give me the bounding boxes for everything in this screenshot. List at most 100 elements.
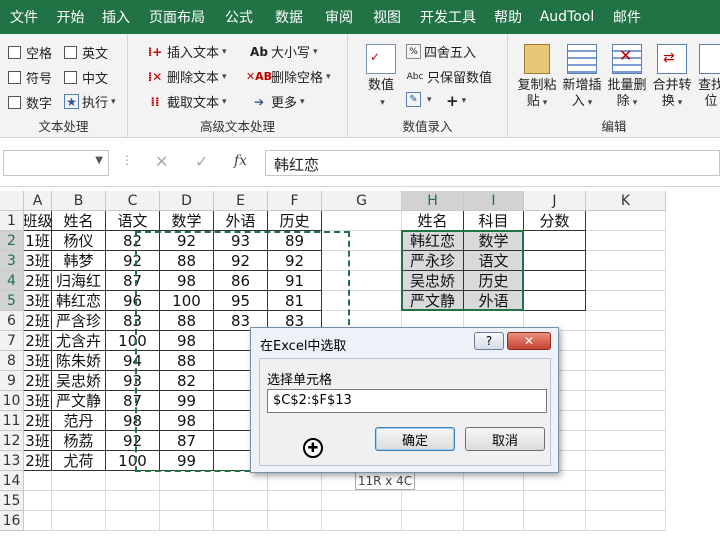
table-cell[interactable]: 100 — [106, 451, 160, 471]
more-options-icon[interactable]: ⋮ — [121, 153, 133, 167]
table-cell[interactable]: 99 — [160, 451, 214, 471]
cell[interactable] — [106, 511, 160, 531]
cell[interactable] — [24, 471, 52, 491]
table-cell[interactable]: 100 — [160, 291, 214, 311]
cell[interactable] — [268, 491, 322, 511]
menu-9[interactable]: 帮助 — [485, 0, 531, 34]
column-header-c[interactable]: C — [106, 191, 160, 211]
row-header-16[interactable]: 16 — [0, 511, 24, 531]
row-header-10[interactable]: 10 — [0, 391, 24, 411]
table-cell[interactable]: 3班 — [24, 251, 52, 271]
row-header-14[interactable]: 14 — [0, 471, 24, 491]
execute-button[interactable]: ★ 执行 ▾ — [64, 92, 116, 111]
cell[interactable] — [586, 371, 666, 391]
checkbox-box[interactable] — [64, 46, 77, 59]
column-header-i[interactable]: I — [464, 191, 524, 211]
cell[interactable] — [160, 511, 214, 531]
cell[interactable] — [524, 511, 586, 531]
table-cell[interactable]: 归海红 — [52, 271, 106, 291]
table-cell[interactable]: 3班 — [24, 431, 52, 451]
table-cell[interactable]: 历史 — [268, 211, 322, 231]
table-cell[interactable]: 87 — [160, 431, 214, 451]
remove-spaces-button[interactable]: ✕AB 删除空格 ▾ — [246, 67, 331, 86]
select-all-corner[interactable] — [0, 191, 24, 211]
cell[interactable] — [160, 491, 214, 511]
table-cell[interactable]: 严含珍 — [52, 311, 106, 331]
table-cell[interactable]: 88 — [160, 251, 214, 271]
cell[interactable] — [524, 491, 586, 511]
row-header-4[interactable]: 4 — [0, 271, 24, 291]
lookup-cell[interactable]: 韩红恋 — [402, 231, 464, 251]
find-button[interactable]: 查找位 — [696, 44, 720, 110]
lookup-cell[interactable]: 语文 — [464, 251, 524, 271]
lookup-cell[interactable]: 严永珍 — [402, 251, 464, 271]
row-header-5[interactable]: 5 — [0, 291, 24, 311]
table-cell[interactable]: 3班 — [24, 351, 52, 371]
column-header-d[interactable]: D — [160, 191, 214, 211]
table-cell[interactable]: 89 — [268, 231, 322, 251]
column-header-a[interactable]: A — [24, 191, 52, 211]
cell[interactable] — [52, 491, 106, 511]
cell[interactable] — [268, 471, 322, 491]
menu-0[interactable]: 文件 — [0, 0, 48, 34]
menu-4[interactable]: 公式 — [215, 0, 263, 34]
lookup-cell[interactable]: 科目 — [464, 211, 524, 231]
cell[interactable] — [106, 491, 160, 511]
table-cell[interactable]: 91 — [268, 271, 322, 291]
round-button[interactable]: % 四舍五入 — [406, 42, 476, 61]
table-cell[interactable]: 96 — [106, 291, 160, 311]
cell[interactable] — [160, 471, 214, 491]
table-cell[interactable]: 83 — [106, 311, 160, 331]
table-cell[interactable]: 严文静 — [52, 391, 106, 411]
table-cell[interactable]: 94 — [106, 351, 160, 371]
table-cell[interactable]: 语文 — [106, 211, 160, 231]
function-icon[interactable]: fx — [234, 153, 247, 169]
lookup-cell[interactable]: 分数 — [524, 211, 586, 231]
cell[interactable] — [586, 351, 666, 371]
table-cell[interactable]: 范丹 — [52, 411, 106, 431]
checkbox-box[interactable] — [8, 96, 21, 109]
cell[interactable] — [464, 471, 524, 491]
cell[interactable] — [586, 311, 666, 331]
batch-delete-button[interactable]: ✕ 批量删除 ▾ — [606, 44, 648, 111]
delete-text-button[interactable]: ⁞✕ 删除文本 ▾ — [146, 67, 227, 87]
table-cell[interactable]: 86 — [214, 271, 268, 291]
table-cell[interactable]: 81 — [268, 291, 322, 311]
cell[interactable] — [106, 471, 160, 491]
table-cell[interactable]: 2班 — [24, 271, 52, 291]
cell[interactable] — [52, 511, 106, 531]
checkbox-space[interactable]: 空格 — [8, 43, 52, 62]
row-header-1[interactable]: 1 — [0, 211, 24, 231]
table-cell[interactable]: 88 — [160, 311, 214, 331]
cell[interactable] — [586, 271, 666, 291]
cell[interactable] — [586, 431, 666, 451]
insert-new-button[interactable]: 新增插入 ▾ — [561, 44, 603, 111]
table-cell[interactable]: 2班 — [24, 371, 52, 391]
lookup-cell[interactable]: 外语 — [464, 291, 524, 311]
menu-11[interactable]: 邮件 — [603, 0, 651, 34]
row-header-9[interactable]: 9 — [0, 371, 24, 391]
table-cell[interactable]: 100 — [106, 331, 160, 351]
extract-text-button[interactable]: ⁞⁞ 截取文本 ▾ — [146, 92, 226, 112]
table-cell[interactable]: 93 — [106, 371, 160, 391]
cell[interactable] — [586, 291, 666, 311]
row-header-11[interactable]: 11 — [0, 411, 24, 431]
add-button[interactable]: + ▾ — [446, 92, 466, 110]
table-cell[interactable]: 吴忠娇 — [52, 371, 106, 391]
lookup-cell[interactable]: 吴忠娇 — [402, 271, 464, 291]
table-cell[interactable]: 98 — [160, 331, 214, 351]
checkbox-symbol[interactable]: 符号 — [8, 68, 52, 87]
row-header-6[interactable]: 6 — [0, 311, 24, 331]
cell[interactable] — [586, 511, 666, 531]
insert-text-button[interactable]: ⁞+ 插入文本 ▾ — [146, 42, 227, 62]
cell[interactable] — [24, 491, 52, 511]
column-header-g[interactable]: G — [322, 191, 402, 211]
lookup-cell[interactable] — [524, 291, 586, 311]
table-cell[interactable]: 82 — [160, 371, 214, 391]
table-cell[interactable]: 98 — [160, 271, 214, 291]
table-cell[interactable]: 92 — [106, 431, 160, 451]
row-header-15[interactable]: 15 — [0, 491, 24, 511]
number-button[interactable]: ✓ 数值 ▾ — [360, 44, 402, 111]
close-button[interactable]: ✕ — [507, 332, 551, 350]
table-cell[interactable]: 93 — [214, 231, 268, 251]
